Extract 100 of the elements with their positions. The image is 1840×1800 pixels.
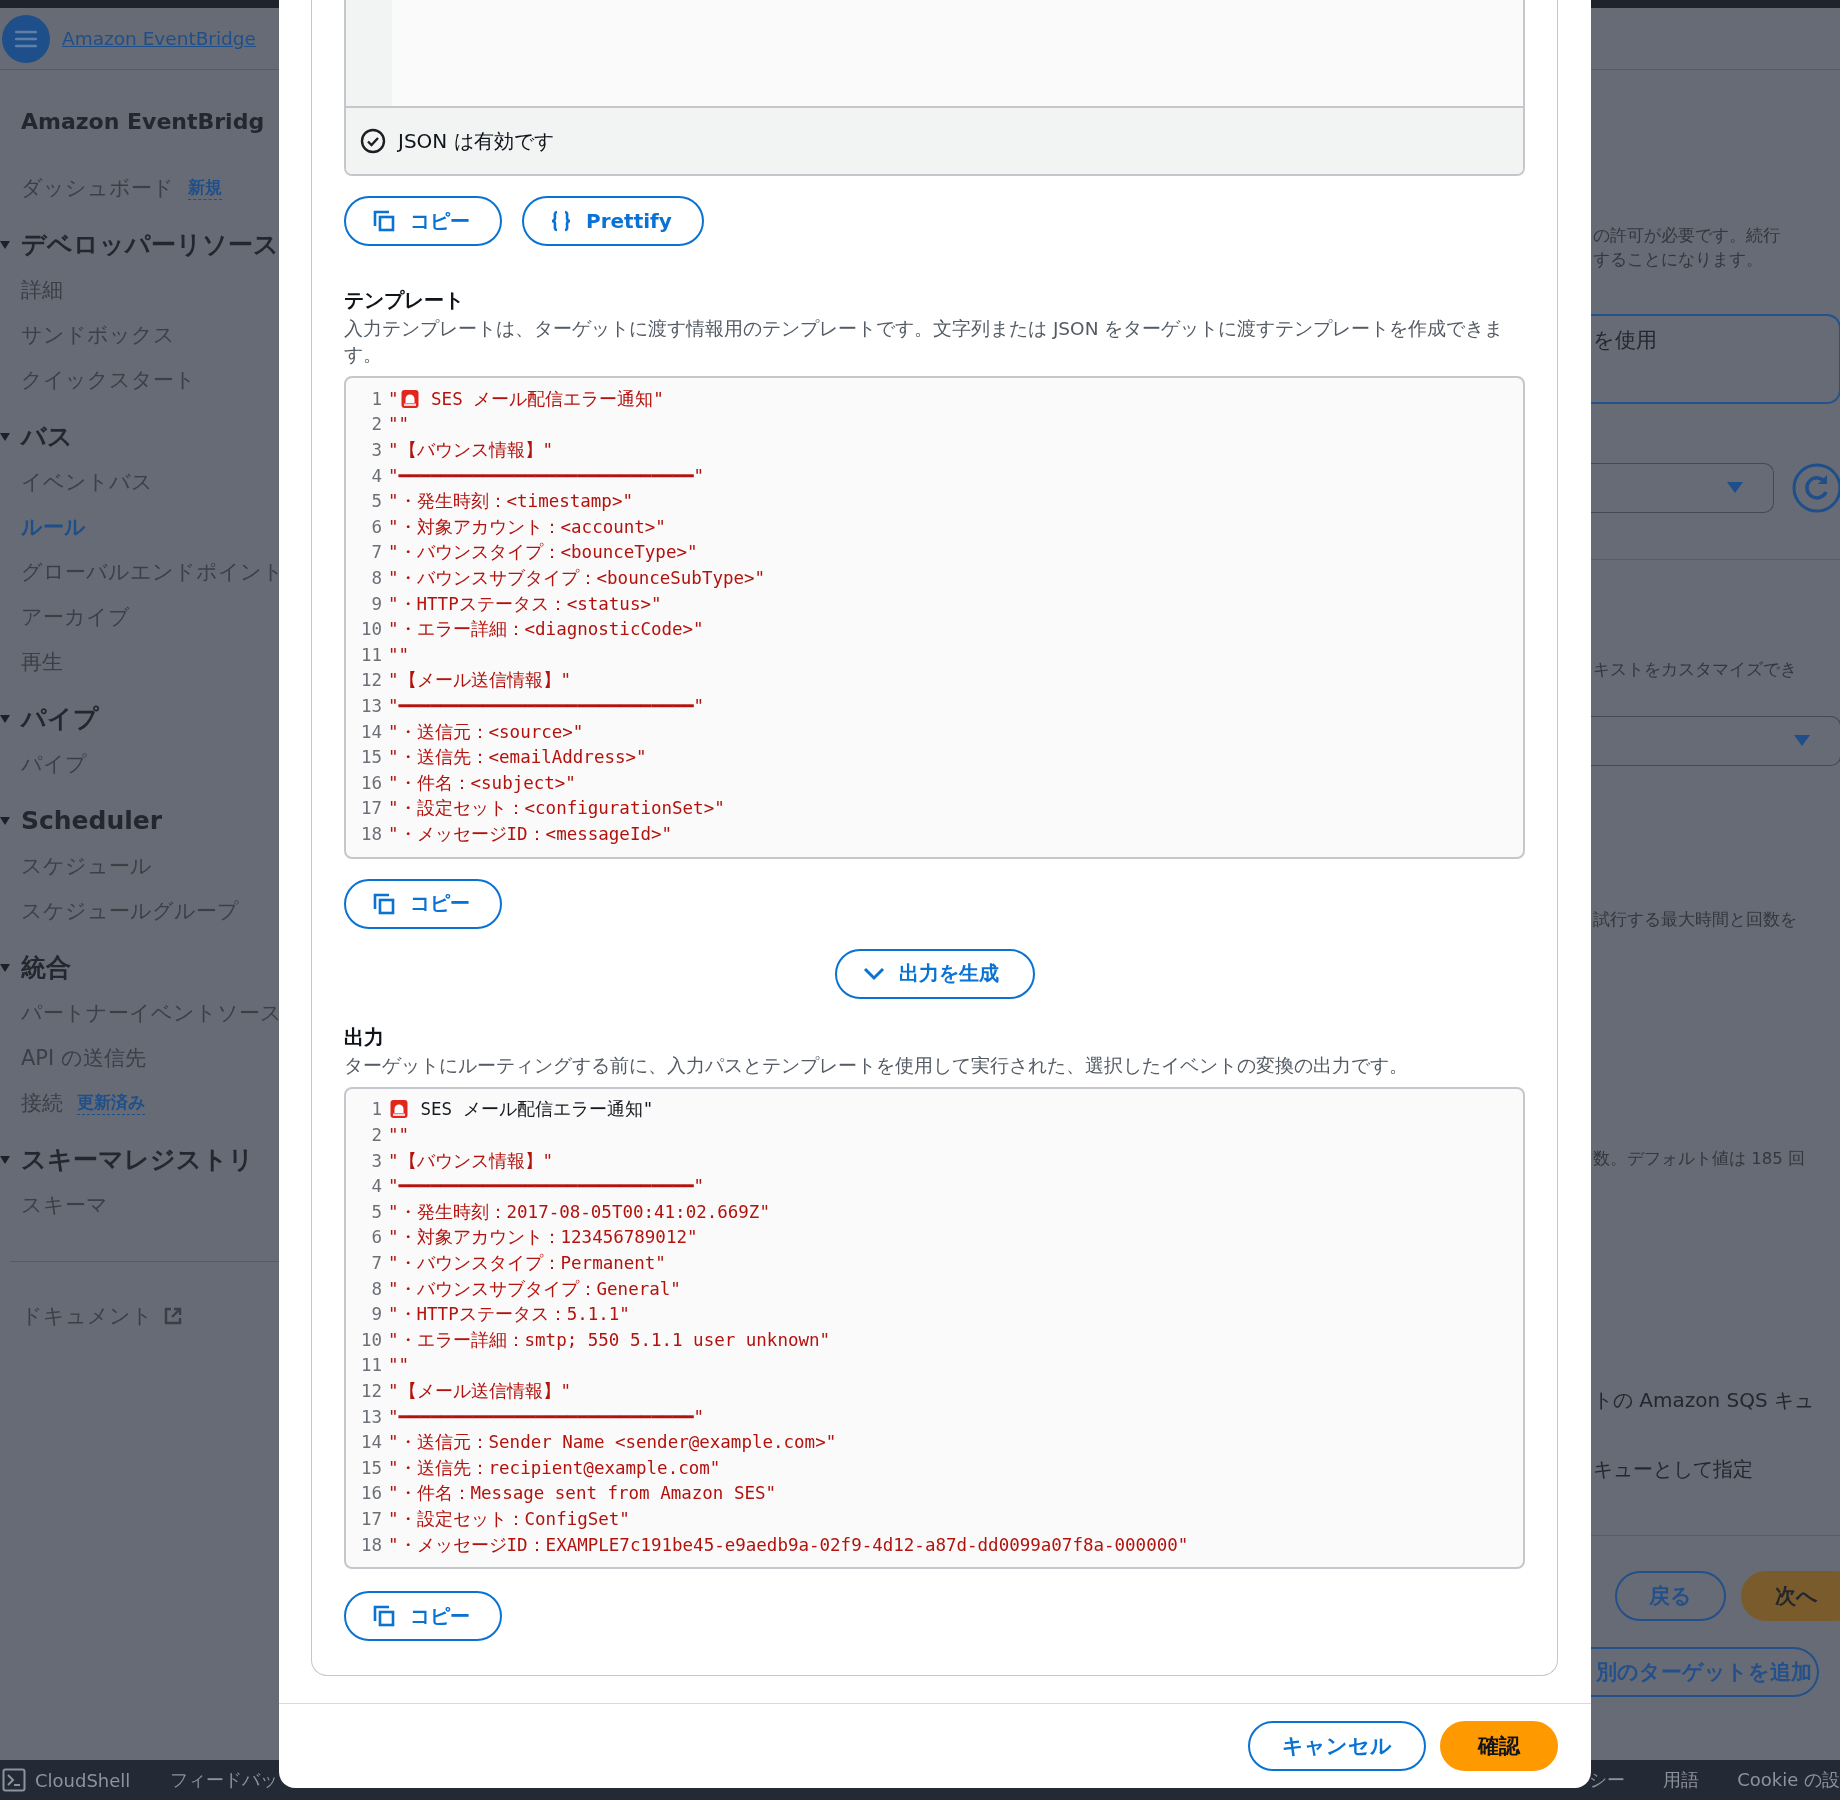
caret-icon[interactable] bbox=[0, 239, 10, 250]
line-number: 15 bbox=[359, 1457, 382, 1478]
caret-icon bbox=[1727, 482, 1743, 494]
siren-icon bbox=[400, 388, 419, 409]
section-heading[interactable]: Scheduler bbox=[21, 806, 163, 835]
section-heading: テンプレート bbox=[344, 288, 464, 312]
code-text: "・メッセージID：<messageId>" bbox=[388, 822, 673, 846]
line-number: 18 bbox=[359, 823, 382, 844]
code-text: "" bbox=[388, 644, 410, 665]
section-heading[interactable]: バス bbox=[21, 420, 73, 453]
line-number: 17 bbox=[359, 798, 382, 819]
line-number: 5 bbox=[370, 491, 382, 512]
sidebar-title: Amazon EventBridg bbox=[20, 108, 266, 136]
siren-icon bbox=[390, 1099, 408, 1120]
line-number: 1 bbox=[370, 388, 382, 409]
line-number: 6 bbox=[370, 516, 382, 537]
line-number: 11 bbox=[359, 1355, 382, 1376]
line-number: 6 bbox=[370, 1227, 382, 1248]
line-number: 8 bbox=[370, 567, 382, 588]
code-text: "・送信先：<emailAddress>" bbox=[388, 746, 647, 770]
footer-link[interactable]: Cookie の設 bbox=[1737, 1768, 1840, 1792]
code-text: "━━━━━━━━━━━━━━━━━━━━━━━━━━━━" bbox=[388, 465, 705, 486]
code-text: "・バウンスサブタイプ：General" bbox=[388, 1277, 681, 1301]
code-text: "・送信元：<source>" bbox=[388, 720, 584, 744]
code-text: "【メール送信情報】" bbox=[388, 1380, 572, 1403]
code-text: "・バウンスタイプ：<bounceType>" bbox=[388, 541, 698, 565]
code-editor[interactable]: JSON は有効です bbox=[344, 0, 1525, 176]
line-number: 2 bbox=[370, 1125, 382, 1146]
line-number: 18 bbox=[359, 1534, 382, 1555]
code-text: "・HTTPステータス：5.1.1" bbox=[388, 1303, 630, 1327]
line-number: 4 bbox=[370, 465, 382, 486]
section-description: ターゲットにルーティングする前に、入力パスとテンプレートを使用して実行された、選択したイベントの変換の出力です。 bbox=[344, 1053, 1408, 1078]
copy-icon bbox=[372, 209, 396, 233]
sidebar-item[interactable]: ルール bbox=[21, 512, 86, 541]
code-editor[interactable] bbox=[344, 376, 1525, 859]
section-heading[interactable]: デベロッパーリソース bbox=[21, 228, 279, 261]
code-text: "・対象アカウント：123456789012" bbox=[388, 1226, 698, 1250]
description-text: トの Amazon SQS キュ bbox=[1592, 1387, 1816, 1413]
line-number: 9 bbox=[370, 593, 382, 614]
terminal-icon[interactable] bbox=[2, 1768, 26, 1792]
line-number: 1 bbox=[370, 1099, 382, 1120]
footer-link[interactable]: シー bbox=[1589, 1768, 1626, 1792]
copy-button[interactable]: コピー bbox=[344, 196, 502, 246]
copy-button[interactable]: コピー bbox=[344, 1591, 502, 1642]
footer-link[interactable]: 用語 bbox=[1663, 1768, 1700, 1792]
generate-output-button[interactable]: 出力を生成 bbox=[834, 948, 1035, 999]
line-number: 16 bbox=[359, 772, 382, 793]
footer-link[interactable]: フィードバッ bbox=[170, 1768, 279, 1792]
code-text: "・発生時刻：<timestamp>" bbox=[388, 490, 633, 514]
footer-link[interactable]: CloudShell bbox=[35, 1769, 131, 1791]
line-number: 17 bbox=[359, 1509, 382, 1529]
code-text: "・メッセージID：EXAMPLE7c191be45-e9aedb9a-02f9-4d12-a87d-dd0099a07f8a-000000" bbox=[388, 1533, 1189, 1557]
code-text: "━━━━━━━━━━━━━━━━━━━━━━━━━━━━" bbox=[388, 1176, 705, 1197]
menu-button[interactable] bbox=[2, 14, 50, 63]
caret-icon[interactable] bbox=[0, 431, 10, 442]
code-text: "【バウンス情報】" bbox=[388, 439, 554, 462]
nav-button[interactable]: 戻る bbox=[1615, 1571, 1726, 1621]
status-text: JSON は有効です bbox=[398, 127, 554, 155]
service-link[interactable]: Amazon EventBridge bbox=[62, 28, 256, 49]
line-number: 12 bbox=[359, 1381, 382, 1401]
section-heading[interactable]: パイプ bbox=[21, 702, 99, 735]
line-number: 5 bbox=[370, 1201, 382, 1222]
code-text: "・エラー詳細：<diagnosticCode>" bbox=[388, 618, 704, 642]
code-text: "・HTTPステータス：<status>" bbox=[388, 592, 662, 616]
caret-icon[interactable] bbox=[0, 815, 10, 826]
caret-icon[interactable] bbox=[0, 1154, 10, 1165]
line-number: 13 bbox=[359, 1406, 382, 1427]
section-heading[interactable]: 統合 bbox=[21, 951, 71, 984]
code-text: " bbox=[388, 388, 399, 409]
line-number: 4 bbox=[370, 1176, 382, 1197]
chevron-down-icon bbox=[862, 966, 885, 981]
code-text: "・発生時刻：2017-08-05T00:41:02.669Z" bbox=[388, 1200, 770, 1224]
line-number: 14 bbox=[359, 721, 382, 742]
line-number: 15 bbox=[359, 747, 382, 768]
cancel-button[interactable]: キャンセル bbox=[1248, 1721, 1426, 1772]
code-text: "・エラー詳細：smtp; 550 5.1.1 user unknown" bbox=[388, 1328, 831, 1352]
code-text: "" bbox=[388, 1125, 410, 1146]
caret-icon[interactable] bbox=[0, 713, 10, 724]
code-text: "・設定セット：ConfigSet" bbox=[388, 1508, 630, 1531]
code-text: "・送信先：recipient@example.com" bbox=[388, 1456, 721, 1480]
menu-icon bbox=[15, 29, 37, 48]
code-text: "【バウンス情報】" bbox=[388, 1149, 554, 1173]
line-number: 10 bbox=[359, 1329, 382, 1350]
section-heading[interactable]: スキーマレジストリ bbox=[21, 1143, 254, 1176]
section-description: 入力テンプレートは、ターゲットに渡す情報用のテンプレートです。文字列または JSON をターゲットに渡すテンプレートを作成できます。 bbox=[344, 317, 1505, 367]
line-number: 7 bbox=[370, 542, 382, 563]
caret-icon[interactable] bbox=[0, 962, 10, 973]
nav-button[interactable]: 次へ bbox=[1741, 1571, 1840, 1621]
status-label: 新規 bbox=[188, 175, 222, 200]
dropdown[interactable] bbox=[1591, 716, 1840, 766]
status-label: 更新済み bbox=[77, 1090, 145, 1115]
confirm-button[interactable]: 確認 bbox=[1440, 1721, 1558, 1772]
code-text: "・バウンスタイプ：Permanent" bbox=[388, 1252, 666, 1276]
code-text: "━━━━━━━━━━━━━━━━━━━━━━━━━━━━" bbox=[388, 1406, 705, 1427]
prettify-button[interactable]: Prettify bbox=[522, 196, 704, 246]
dropdown[interactable] bbox=[1591, 463, 1774, 513]
code-text: "・件名：Message sent from Amazon SES" bbox=[388, 1482, 777, 1506]
code-text: "・件名：<subject>" bbox=[388, 771, 576, 795]
copy-button[interactable]: コピー bbox=[344, 878, 502, 929]
line-number: 3 bbox=[370, 1150, 382, 1171]
